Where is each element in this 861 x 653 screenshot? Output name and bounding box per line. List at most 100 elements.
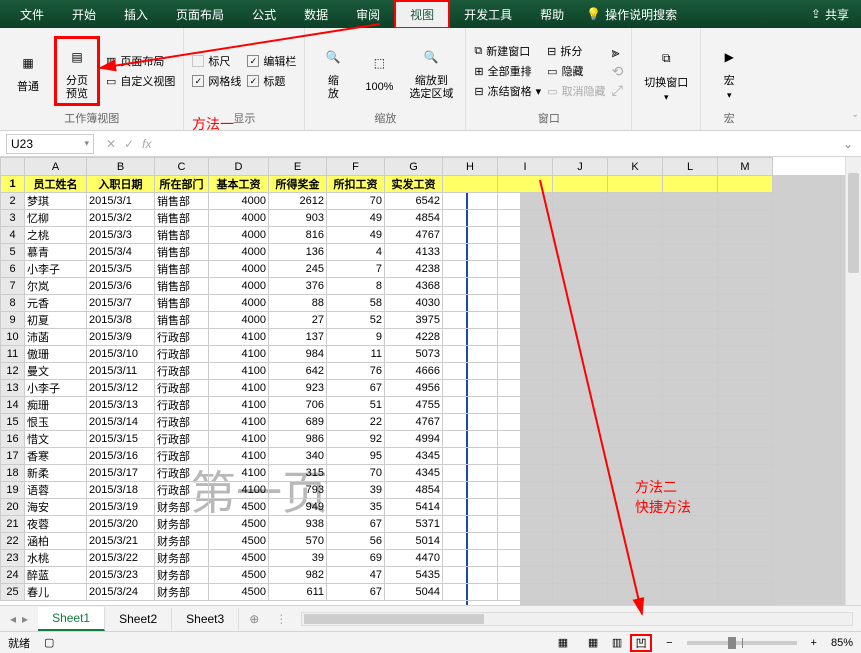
cell-C2[interactable]: 销售部: [155, 193, 209, 210]
cell-B16[interactable]: 2015/3/15: [87, 431, 155, 448]
cell-K1[interactable]: [608, 176, 663, 193]
cell-L15[interactable]: [663, 414, 718, 431]
cell-G25[interactable]: 5044: [385, 584, 443, 601]
cell-E15[interactable]: 689: [269, 414, 327, 431]
cell-C9[interactable]: 销售部: [155, 312, 209, 329]
cell-G16[interactable]: 4994: [385, 431, 443, 448]
cell-B5[interactable]: 2015/3/4: [87, 244, 155, 261]
cell-H3[interactable]: [443, 210, 498, 227]
cell-M7[interactable]: [718, 278, 773, 295]
cell-D20[interactable]: 4500: [209, 499, 269, 516]
cell-A19[interactable]: 语蓉: [25, 482, 87, 499]
cell-D13[interactable]: 4100: [209, 380, 269, 397]
cell-I14[interactable]: [498, 397, 553, 414]
cell-L3[interactable]: [663, 210, 718, 227]
cell-E8[interactable]: 88: [269, 295, 327, 312]
cell-H2[interactable]: [443, 193, 498, 210]
cell-M12[interactable]: [718, 363, 773, 380]
row-header-14[interactable]: 14: [1, 397, 25, 414]
ruler-checkbox[interactable]: 标尺: [192, 53, 230, 69]
cell-L24[interactable]: [663, 567, 718, 584]
display-settings-icon[interactable]: ▦: [558, 636, 568, 649]
cell-E9[interactable]: 27: [269, 312, 327, 329]
col-header-D[interactable]: D: [209, 158, 269, 176]
page-break-preview-button[interactable]: ▤ 分页 预览: [54, 36, 100, 106]
cell-H18[interactable]: [443, 465, 498, 482]
hide-button[interactable]: ▭隐藏: [547, 63, 583, 79]
cell-C1[interactable]: 所在部门: [155, 176, 209, 193]
tab-sheet1[interactable]: Sheet1: [38, 607, 105, 631]
cell-M24[interactable]: [718, 567, 773, 584]
cell-J14[interactable]: [553, 397, 608, 414]
cell-H25[interactable]: [443, 584, 498, 601]
cell-K10[interactable]: [608, 329, 663, 346]
cell-M23[interactable]: [718, 550, 773, 567]
cell-G12[interactable]: 4666: [385, 363, 443, 380]
cell-G6[interactable]: 4238: [385, 261, 443, 278]
cell-E19[interactable]: 793: [269, 482, 327, 499]
cell-D5[interactable]: 4000: [209, 244, 269, 261]
cell-A12[interactable]: 曼文: [25, 363, 87, 380]
cell-L2[interactable]: [663, 193, 718, 210]
cell-J11[interactable]: [553, 346, 608, 363]
cell-I20[interactable]: [498, 499, 553, 516]
cell-I19[interactable]: [498, 482, 553, 499]
add-sheet-button[interactable]: ⊕: [239, 612, 269, 626]
cell-F22[interactable]: 56: [327, 533, 385, 550]
cell-F23[interactable]: 69: [327, 550, 385, 567]
cell-B23[interactable]: 2015/3/22: [87, 550, 155, 567]
cell-A5[interactable]: 慕青: [25, 244, 87, 261]
cell-L12[interactable]: [663, 363, 718, 380]
col-header-J[interactable]: J: [553, 158, 608, 176]
sync-scroll-icon[interactable]: ⟲: [612, 63, 624, 80]
cell-I5[interactable]: [498, 244, 553, 261]
cell-E17[interactable]: 340: [269, 448, 327, 465]
cell-F19[interactable]: 39: [327, 482, 385, 499]
cell-H13[interactable]: [443, 380, 498, 397]
cell-J4[interactable]: [553, 227, 608, 244]
col-header-A[interactable]: A: [25, 158, 87, 176]
cell-J21[interactable]: [553, 516, 608, 533]
cell-K22[interactable]: [608, 533, 663, 550]
cell-L6[interactable]: [663, 261, 718, 278]
cell-C4[interactable]: 销售部: [155, 227, 209, 244]
cell-C22[interactable]: 财务部: [155, 533, 209, 550]
cell-K11[interactable]: [608, 346, 663, 363]
cell-B25[interactable]: 2015/3/24: [87, 584, 155, 601]
zoom-100-button[interactable]: ⬚ 100%: [359, 45, 399, 96]
menu-view[interactable]: 视图: [394, 0, 450, 29]
split-button[interactable]: ⊟拆分: [547, 43, 582, 59]
menu-review[interactable]: 审阅: [342, 2, 394, 27]
menu-help[interactable]: 帮助: [526, 2, 578, 27]
cell-G8[interactable]: 4030: [385, 295, 443, 312]
switch-windows-button[interactable]: ⧉ 切换窗口 ▾: [640, 41, 692, 105]
cell-J24[interactable]: [553, 567, 608, 584]
cell-B24[interactable]: 2015/3/23: [87, 567, 155, 584]
col-header-K[interactable]: K: [608, 158, 663, 176]
cell-B19[interactable]: 2015/3/18: [87, 482, 155, 499]
cell-B7[interactable]: 2015/3/6: [87, 278, 155, 295]
cell-J2[interactable]: [553, 193, 608, 210]
cell-K12[interactable]: [608, 363, 663, 380]
cell-I17[interactable]: [498, 448, 553, 465]
enter-icon[interactable]: ✓: [124, 137, 134, 151]
cell-A6[interactable]: 小李子: [25, 261, 87, 278]
cell-C25[interactable]: 财务部: [155, 584, 209, 601]
menu-home[interactable]: 开始: [58, 2, 110, 27]
col-header-E[interactable]: E: [269, 158, 327, 176]
cell-C21[interactable]: 财务部: [155, 516, 209, 533]
cell-M1[interactable]: [718, 176, 773, 193]
cell-J15[interactable]: [553, 414, 608, 431]
normal-view-shortcut[interactable]: ▦: [582, 634, 604, 652]
cell-J12[interactable]: [553, 363, 608, 380]
zoom-in-button[interactable]: +: [811, 637, 817, 649]
cell-F10[interactable]: 9: [327, 329, 385, 346]
cell-D24[interactable]: 4500: [209, 567, 269, 584]
cell-B9[interactable]: 2015/3/8: [87, 312, 155, 329]
cell-E13[interactable]: 923: [269, 380, 327, 397]
cell-B4[interactable]: 2015/3/3: [87, 227, 155, 244]
cell-L4[interactable]: [663, 227, 718, 244]
cell-B2[interactable]: 2015/3/1: [87, 193, 155, 210]
cell-F17[interactable]: 95: [327, 448, 385, 465]
cell-K7[interactable]: [608, 278, 663, 295]
